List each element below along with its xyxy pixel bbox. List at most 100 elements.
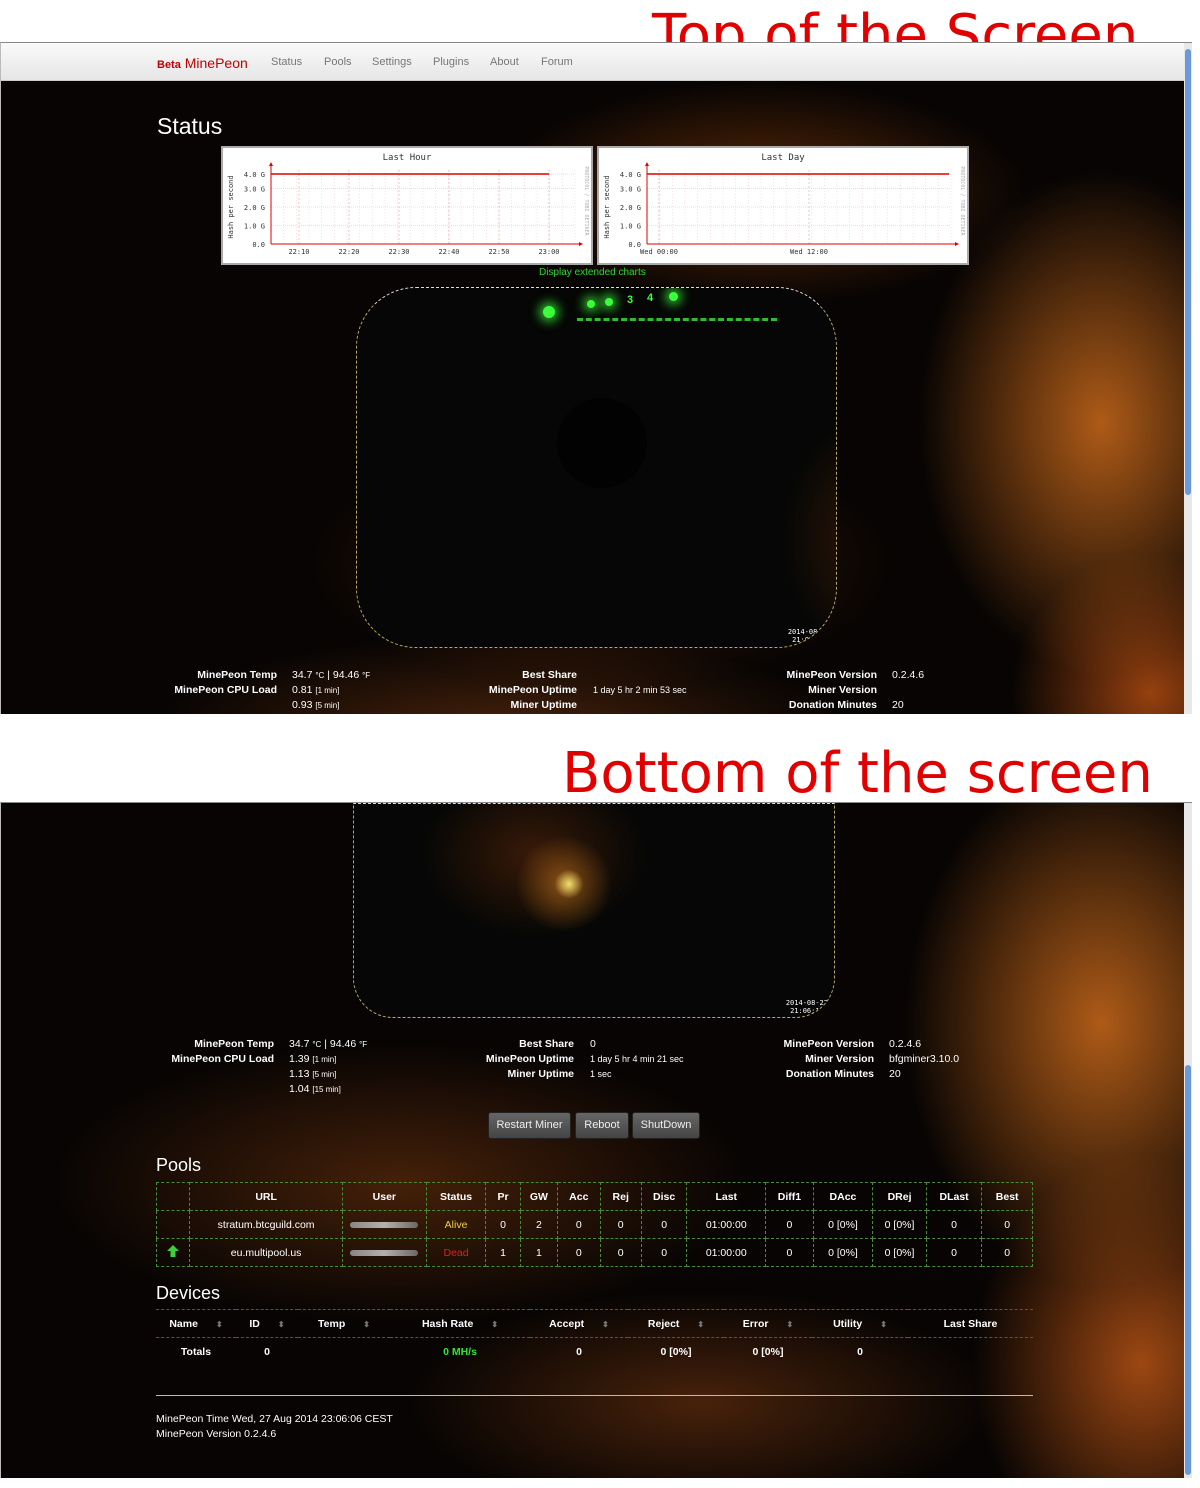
nav-pools[interactable]: Pools (324, 56, 352, 68)
uptime-label: MinePeon Uptime (485, 1053, 574, 1065)
col-user[interactable]: User (341, 1182, 427, 1211)
totals-reject: 0 [0%] (628, 1337, 724, 1366)
restart-miner-button[interactable]: Restart Miner (488, 1112, 571, 1139)
col-dacc[interactable]: DAcc (812, 1182, 874, 1211)
sort-icon[interactable]: ⬍ (880, 1320, 887, 1329)
col-last-share[interactable]: Last Share (908, 1309, 1033, 1338)
chart-xtick: 22:30 (388, 248, 409, 256)
nav-forum[interactable]: Forum (541, 56, 573, 68)
pool-rej: 0 (599, 1238, 642, 1267)
display-extended-charts-link[interactable]: Display extended charts (539, 267, 646, 278)
miner-uptime-label: Miner Uptime (507, 1068, 574, 1080)
col-utility[interactable]: Utility ⬍ (812, 1309, 908, 1338)
pool-row[interactable]: stratum.btcguild.com Alive 0 2 0 0 0 01:… (155, 1210, 1033, 1239)
col-gw[interactable]: GW (519, 1182, 559, 1211)
sort-icon[interactable]: ⬍ (697, 1320, 704, 1329)
chart-title: Last Hour (383, 153, 432, 163)
scrollbar-thumb[interactable] (1185, 49, 1191, 495)
nav-status[interactable]: Status (271, 56, 302, 68)
miner-uptime-label: Miner Uptime (510, 699, 577, 711)
col-temp[interactable]: Temp ⬍ (298, 1309, 390, 1338)
pool-dacc: 0 [0%] (812, 1238, 874, 1267)
col-error[interactable]: Error ⬍ (724, 1309, 812, 1338)
cpu-load-5: 1.13 [5 min] (289, 1068, 337, 1080)
arrow-up-icon[interactable] (166, 1244, 180, 1258)
chart-xtick: 22:20 (338, 248, 359, 256)
camera-timestamp: 2014-08-27 21:06:15 (785, 999, 828, 1015)
reboot-button[interactable]: Reboot (575, 1112, 629, 1139)
col-name[interactable]: Name ⬍ (156, 1309, 236, 1338)
chart-y-arrow (269, 162, 273, 166)
sort-icon[interactable]: ⬍ (786, 1320, 793, 1329)
chart-xtick: 22:50 (488, 248, 509, 256)
col-status[interactable]: Status (425, 1182, 487, 1211)
footer-time: MinePeon Time Wed, 27 Aug 2014 23:06:06 … (156, 1413, 393, 1425)
nav-plugins[interactable]: Plugins (433, 56, 469, 68)
best-share-value: 0 (590, 1038, 596, 1050)
col-last[interactable]: Last (686, 1182, 767, 1211)
brand-logo[interactable]: Beta MinePeon (157, 55, 248, 71)
cpu-load-label: MinePeon CPU Load (174, 684, 277, 696)
uptime-value: 1 day 5 hr 2 min 53 sec (593, 685, 687, 695)
led-light (543, 306, 555, 318)
chart-ytick: 1.0 G (620, 223, 641, 231)
sort-icon[interactable]: ⬍ (216, 1320, 223, 1329)
chart-xtick: Wed 12:00 (790, 248, 828, 256)
sort-icon[interactable]: ⬍ (491, 1320, 498, 1329)
chart-ytick: 3.0 G (244, 186, 265, 194)
shutdown-button[interactable]: ShutDown (632, 1112, 700, 1139)
sort-icon[interactable]: ⬍ (278, 1320, 285, 1329)
chart-x-arrow (955, 242, 959, 246)
totals-accept: 0 (530, 1337, 628, 1366)
col-accept[interactable]: Accept ⬍ (530, 1309, 628, 1338)
cpu-load-5: 0.93 [5 min] (292, 699, 340, 711)
chart-ytick: 4.0 G (244, 171, 265, 179)
scrollbar[interactable] (1184, 803, 1192, 1478)
pool-last: 01:00:00 (686, 1238, 767, 1267)
pool-drej: 0 [0%] (872, 1210, 927, 1239)
col-pr[interactable]: Pr (485, 1182, 521, 1211)
footer: MinePeon Time Wed, 27 Aug 2014 23:06:06 … (156, 1412, 393, 1442)
col-id[interactable]: ID ⬍ (236, 1309, 298, 1338)
totals-name: Totals (156, 1337, 236, 1366)
led-label-4: 4 (647, 292, 654, 304)
nav-about[interactable]: About (490, 56, 519, 68)
scrollbar[interactable] (1184, 43, 1192, 714)
col-url[interactable]: URL (189, 1182, 343, 1211)
col-acc[interactable]: Acc (557, 1182, 601, 1211)
totals-utility: 0 (812, 1337, 908, 1366)
screenshot-bottom: 2014-08-27 21:06:15 MinePeon Temp 34.7 °C… (0, 802, 1192, 1478)
pool-user (341, 1210, 427, 1239)
col-best[interactable]: Best (981, 1182, 1033, 1211)
sort-icon[interactable]: ⬍ (602, 1320, 609, 1329)
col-dlast[interactable]: DLast (925, 1182, 983, 1211)
col-reject[interactable]: Reject ⬍ (628, 1309, 724, 1338)
col-diff1[interactable]: Diff1 (765, 1182, 814, 1211)
brand-beta: Beta (157, 59, 181, 71)
pool-row[interactable]: eu.multipool.us Dead 1 1 0 0 0 01:00:00 … (155, 1238, 1033, 1267)
chart-ytick: 2.0 G (620, 204, 641, 212)
pool-url: eu.multipool.us (189, 1238, 343, 1267)
chart-x-arrow (579, 242, 583, 246)
col-drej[interactable]: DRej (872, 1182, 927, 1211)
chart-side-label: PROTOCOL / TOBI OETIKER (583, 166, 589, 236)
chart-ytick: 2.0 G (244, 204, 265, 212)
redacted-user (350, 1249, 419, 1256)
chart-ylabel: Hash per second (603, 175, 611, 238)
best-share-label: Best Share (522, 669, 577, 681)
devices-table: Name ⬍ ID ⬍ Temp ⬍ Hash Rate ⬍ Accept ⬍ Rejec… (156, 1309, 1033, 1366)
col-hash-rate[interactable]: Hash Rate ⬍ (390, 1309, 530, 1338)
version-label: MinePeon Version (786, 669, 877, 681)
sort-icon[interactable]: ⬍ (363, 1320, 370, 1329)
chart-y-arrow (645, 162, 649, 166)
brand-name: MinePeon (184, 55, 248, 71)
pool-best: 0 (981, 1238, 1033, 1267)
scrollbar-thumb[interactable] (1185, 1065, 1191, 1475)
chart-ytick: 0.0 (252, 241, 265, 249)
nav-settings[interactable]: Settings (372, 56, 412, 68)
totals-row: Totals 0 0 MH/s 0 0 [0%] 0 [0%] 0 (156, 1337, 1033, 1366)
col-disc[interactable]: Disc (640, 1182, 688, 1211)
chart-xtick: 23:00 (538, 248, 559, 256)
pool-diff1: 0 (765, 1238, 814, 1267)
col-rej[interactable]: Rej (599, 1182, 642, 1211)
